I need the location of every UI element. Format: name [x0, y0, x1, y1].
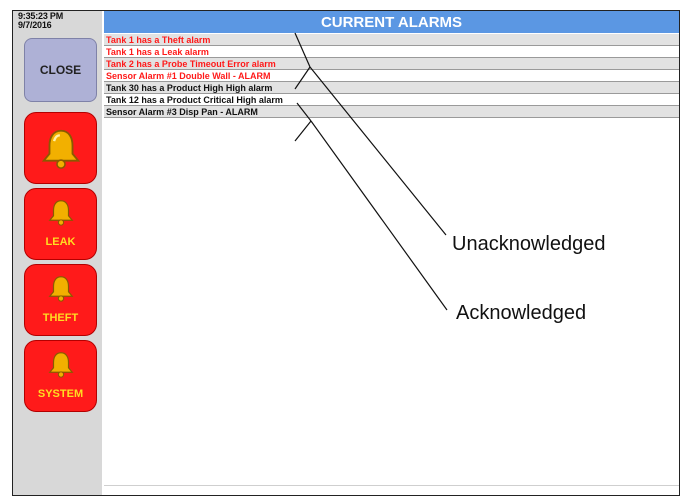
- acknowledged-callout: Acknowledged: [456, 302, 587, 324]
- unacknowledged-callout: Unacknowledged: [452, 233, 606, 255]
